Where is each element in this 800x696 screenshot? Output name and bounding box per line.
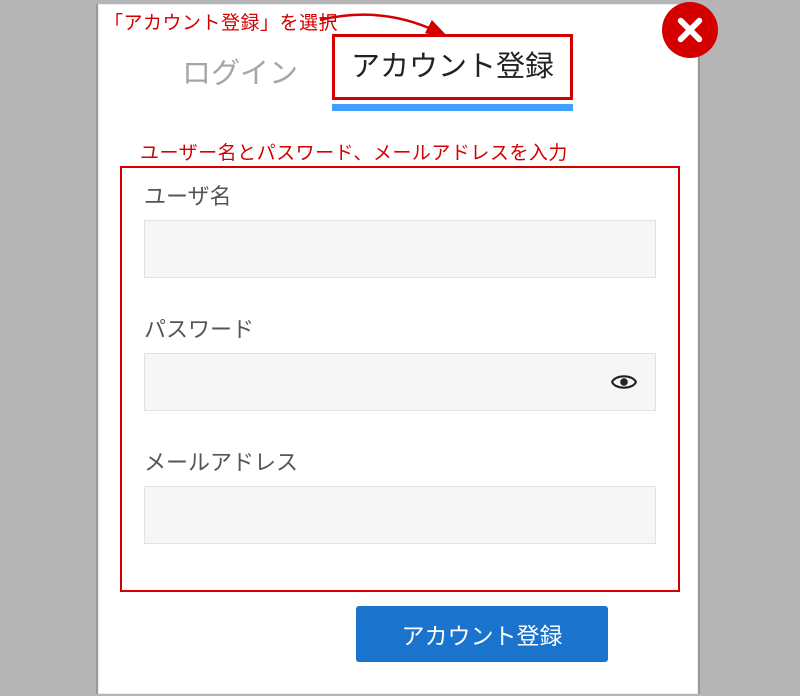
annotation-select-tab: 「アカウント登録」を選択 <box>104 8 338 35</box>
field-username: ユーザ名 <box>144 179 656 278</box>
tab-active-underline <box>332 104 573 111</box>
modal-panel: 「アカウント登録」を選択 ログイン アカウント登録 ユーザー名とパスワード、メー… <box>96 4 700 694</box>
email-label: メールアドレス <box>144 445 656 477</box>
eye-icon[interactable] <box>610 368 638 396</box>
tab-bar: ログイン アカウント登録 <box>98 34 698 100</box>
annotation-enter-fields: ユーザー名とパスワード、メールアドレスを入力 <box>140 138 568 165</box>
email-input[interactable] <box>144 486 656 544</box>
field-email: メールアドレス <box>144 445 656 544</box>
tab-register[interactable]: アカウント登録 <box>345 39 560 93</box>
password-input[interactable] <box>144 353 656 411</box>
close-icon[interactable] <box>662 2 718 58</box>
field-password: パスワード <box>144 312 656 411</box>
username-input[interactable] <box>144 220 656 278</box>
password-label: パスワード <box>144 312 656 344</box>
username-label: ユーザ名 <box>144 179 656 211</box>
annotation-highlight-tab: アカウント登録 <box>332 34 573 100</box>
annotation-highlight-form: ユーザ名 パスワード メールアドレス <box>120 166 680 592</box>
tab-login[interactable]: ログイン <box>176 46 304 100</box>
register-button[interactable]: アカウント登録 <box>356 606 608 662</box>
